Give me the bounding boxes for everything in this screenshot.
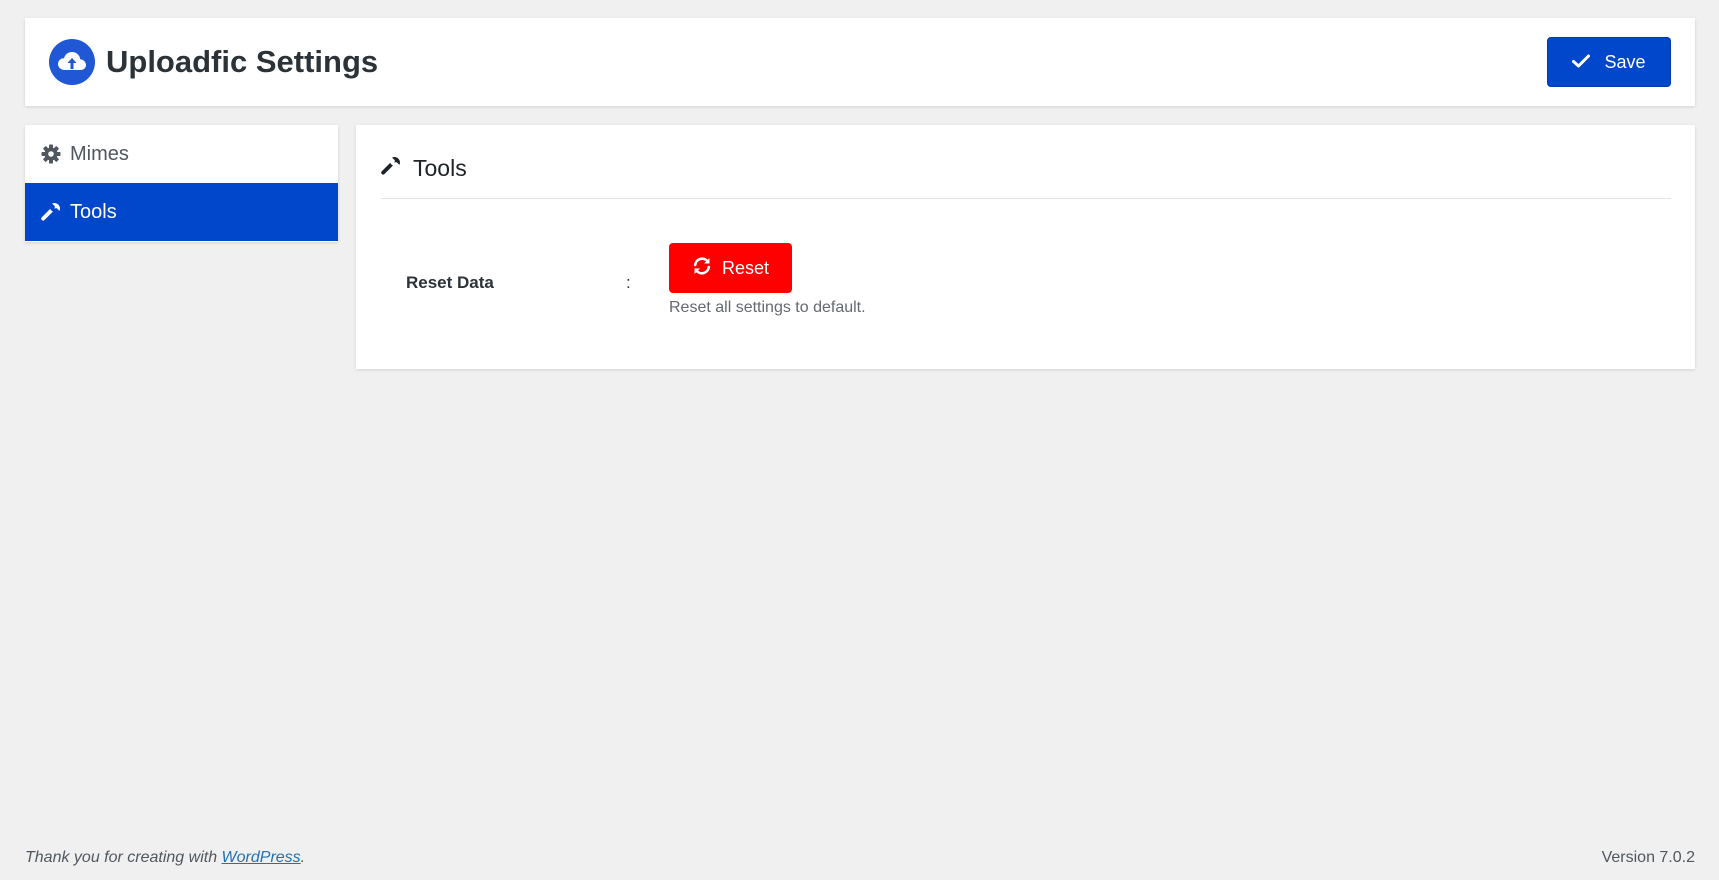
- footer-credit: Thank you for creating with WordPress.: [25, 849, 305, 867]
- reset-data-label: Reset Data: [406, 273, 494, 292]
- gear-icon: [40, 143, 62, 165]
- reset-description: Reset all settings to default.: [669, 299, 866, 316]
- refresh-icon: [692, 256, 712, 280]
- label-separator: :: [626, 273, 631, 292]
- settings-sidebar: Mimes Tools: [25, 125, 338, 242]
- settings-header: Uploadfic Settings Save: [25, 18, 1695, 106]
- page-title: Uploadfic Settings: [106, 44, 379, 79]
- sidebar-item-mimes[interactable]: Mimes: [25, 125, 338, 183]
- save-button[interactable]: Save: [1547, 37, 1671, 87]
- reset-button[interactable]: Reset: [669, 243, 792, 293]
- wrench-icon: [40, 201, 62, 223]
- section-title: Tools: [413, 155, 467, 181]
- sidebar-item-tools[interactable]: Tools: [25, 183, 338, 241]
- footer-thanks-text: Thank you for creating with: [25, 849, 218, 866]
- tools-panel: Tools Reset Data : Reset Reset all setti…: [356, 125, 1695, 369]
- panel-header: Tools: [381, 145, 1671, 199]
- footer-period: .: [300, 849, 306, 866]
- sidebar-item-label: Tools: [70, 200, 117, 223]
- check-icon: [1572, 52, 1591, 73]
- wordpress-link[interactable]: WordPress: [222, 849, 301, 866]
- wrench-icon: [381, 156, 401, 181]
- reset-button-label: Reset: [721, 257, 770, 278]
- cloud-upload-icon: [49, 39, 95, 85]
- sidebar-item-label: Mimes: [70, 142, 129, 165]
- save-button-label: Save: [1604, 51, 1646, 72]
- version-text: Version 7.0.2: [1601, 849, 1695, 866]
